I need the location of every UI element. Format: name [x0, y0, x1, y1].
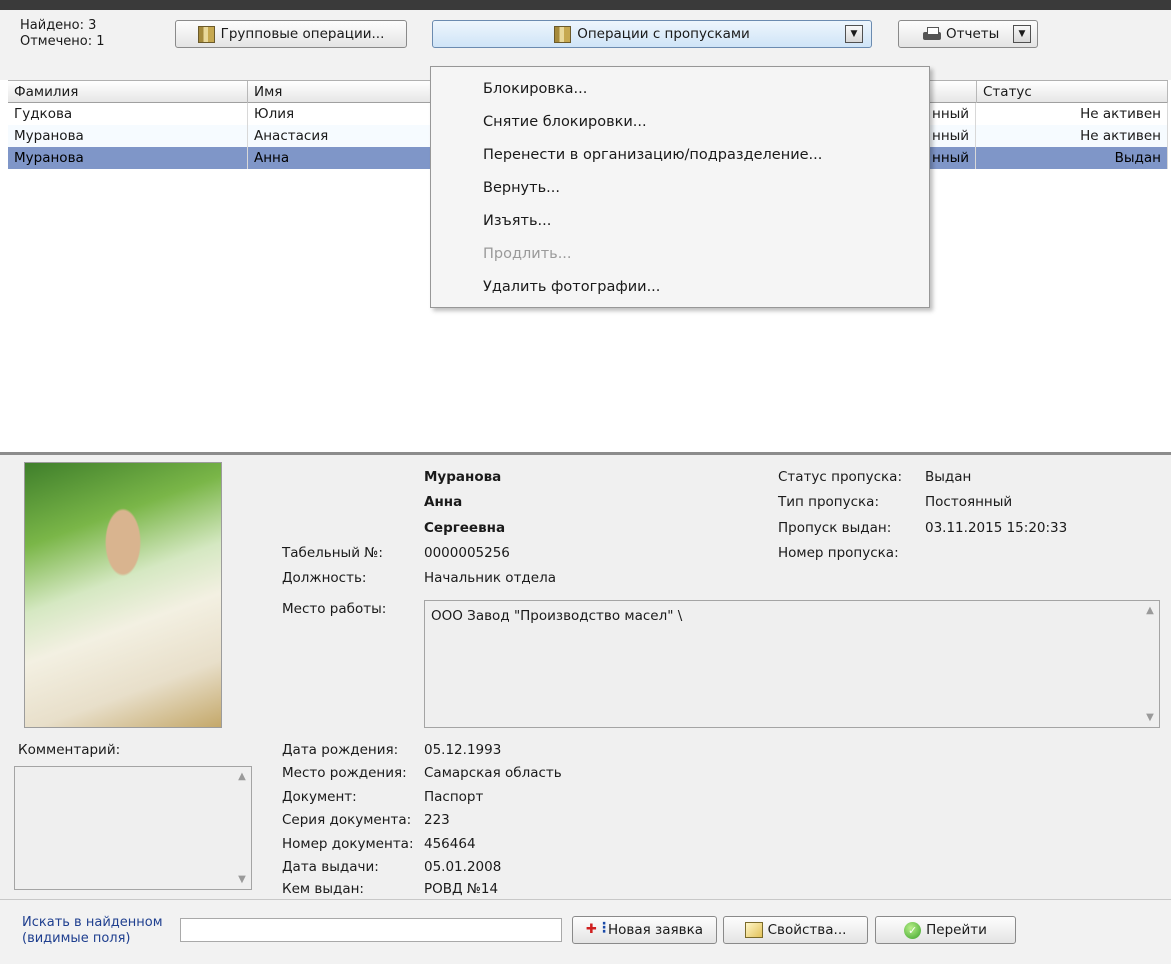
- document-series-label: Серия документа:: [282, 812, 412, 828]
- cell-name: Анастасия: [248, 125, 438, 147]
- pass-issued-value: 03.11.2015 15:20:33: [925, 520, 1068, 536]
- issued-by-value: РОВД №14: [424, 881, 499, 897]
- pass-operations-dropdown[interactable]: Операции с пропусками ▼: [432, 20, 872, 48]
- properties-icon: [744, 922, 763, 938]
- position-label: Должность:: [282, 570, 367, 586]
- pass-operations-icon: [554, 25, 572, 43]
- reports-button[interactable]: Отчеты ▼: [898, 20, 1038, 48]
- birth-place-value: Самарская область: [424, 765, 562, 781]
- workplace-scrollbar[interactable]: ▲ ▼: [1141, 601, 1159, 727]
- position-value: Начальник отдела: [424, 570, 556, 586]
- group-operations-button[interactable]: Групповые операции...: [175, 20, 407, 48]
- menu-item-return[interactable]: Вернуть...: [483, 174, 560, 202]
- cell-type: нный: [930, 103, 976, 125]
- group-operations-label: Групповые операции...: [220, 26, 385, 42]
- document-series-value: 223: [424, 812, 450, 828]
- found-count: Найдено: 3: [20, 18, 97, 33]
- menu-item-block[interactable]: Блокировка...: [483, 75, 587, 103]
- tab-number-label: Табельный №:: [282, 545, 383, 561]
- marked-count: Отмечено: 1: [20, 34, 105, 49]
- chevron-down-icon[interactable]: ▼: [845, 25, 863, 43]
- person-name: Анна: [424, 494, 463, 510]
- menu-item-transfer[interactable]: Перенести в организацию/подразделение...: [483, 141, 822, 169]
- cell-name: Анна: [248, 147, 438, 169]
- workplace-label: Место работы:: [282, 601, 387, 617]
- person-patronymic: Сергеевна: [424, 520, 506, 536]
- comment-field[interactable]: ▲ ▼: [14, 766, 252, 890]
- cell-status: Выдан: [976, 147, 1168, 169]
- pass-status-value: Выдан: [925, 469, 972, 485]
- document-label: Документ:: [282, 789, 357, 805]
- cell-surname: Муранова: [8, 147, 248, 169]
- chevron-down-icon[interactable]: ▼: [1013, 25, 1031, 43]
- document-value: Паспорт: [424, 789, 484, 805]
- pass-operations-label: Операции с пропусками: [577, 26, 750, 42]
- workplace-value: ООО Завод "Производство масел" \: [431, 608, 683, 624]
- person-surname: Муранова: [424, 469, 502, 485]
- tab-number-value: 0000005256: [424, 545, 510, 561]
- menu-item-withdraw[interactable]: Изъять...: [483, 207, 551, 235]
- menu-item-extend: Продлить...: [483, 246, 572, 262]
- issue-date-value: 05.01.2008: [424, 859, 502, 875]
- menu-item-unblock[interactable]: Снятие блокировки...: [483, 108, 647, 136]
- pass-issued-label: Пропуск выдан:: [778, 520, 892, 536]
- group-operations-icon: [197, 25, 215, 43]
- properties-button[interactable]: Свойства...: [723, 916, 868, 944]
- window-top-border: [0, 0, 1171, 10]
- birth-place-label: Место рождения:: [282, 765, 407, 781]
- pass-status-label: Статус пропуска:: [778, 469, 902, 485]
- search-label-line1: Искать в найденном: [22, 915, 163, 930]
- column-header-name[interactable]: Имя: [248, 81, 438, 103]
- cell-name: Юлия: [248, 103, 438, 125]
- pass-operations-menu: Блокировка... Снятие блокировки... Перен…: [430, 66, 930, 308]
- birth-date-label: Дата рождения:: [282, 742, 399, 758]
- document-number-value: 456464: [424, 836, 476, 852]
- new-request-button[interactable]: Новая заявка: [572, 916, 717, 944]
- comment-label: Комментарий:: [18, 742, 121, 758]
- reports-label: Отчеты: [946, 26, 1000, 42]
- workplace-field[interactable]: ООО Завод "Производство масел" \ ▲ ▼: [424, 600, 1160, 728]
- cell-type: нный: [930, 147, 976, 169]
- cell-status: Не активен: [976, 125, 1168, 147]
- cell-type: нный: [930, 125, 976, 147]
- column-header-surname[interactable]: Фамилия: [8, 81, 248, 103]
- cell-status: Не активен: [976, 103, 1168, 125]
- search-label: Искать в найденном (видимые поля): [22, 915, 163, 947]
- properties-label: Свойства...: [767, 922, 847, 938]
- person-photo: [24, 462, 222, 728]
- menu-item-delete-photos[interactable]: Удалить фотографии...: [483, 273, 660, 301]
- issued-by-label: Кем выдан:: [282, 881, 364, 897]
- cell-surname: Муранова: [8, 125, 248, 147]
- cell-surname: Гудкова: [8, 103, 248, 125]
- document-number-label: Номер документа:: [282, 836, 414, 852]
- check-circle-icon: ✓: [904, 921, 922, 939]
- search-label-line2: (видимые поля): [22, 931, 131, 946]
- pass-type-value: Постоянный: [925, 494, 1013, 510]
- search-input[interactable]: [180, 918, 562, 942]
- go-label: Перейти: [926, 922, 987, 938]
- birth-date-value: 05.12.1993: [424, 742, 502, 758]
- pass-type-label: Тип пропуска:: [778, 494, 880, 510]
- issue-date-label: Дата выдачи:: [282, 859, 379, 875]
- column-header-status[interactable]: Статус: [976, 81, 1168, 103]
- add-icon: [586, 920, 611, 938]
- go-button[interactable]: ✓ Перейти: [875, 916, 1016, 944]
- new-request-label: Новая заявка: [607, 922, 703, 938]
- comment-scrollbar[interactable]: ▲ ▼: [233, 767, 251, 889]
- printer-icon: [923, 26, 941, 42]
- pass-number-label: Номер пропуска:: [778, 545, 899, 561]
